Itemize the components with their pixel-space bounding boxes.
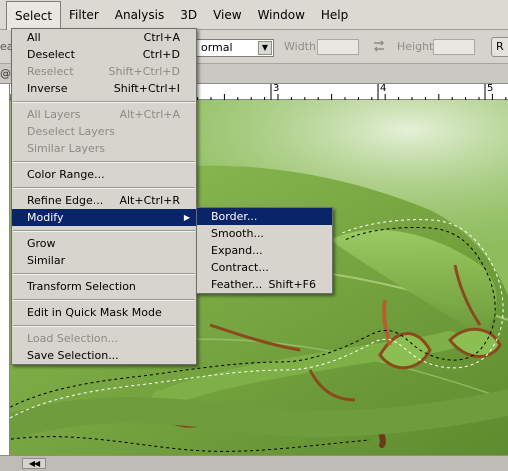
menu-item-label: Border... — [211, 210, 258, 223]
menu-item-deselect-layers: Deselect Layers — [12, 123, 196, 140]
menu-item-label: Similar — [27, 254, 66, 267]
menu-view[interactable]: View — [205, 1, 249, 29]
style-dropdown[interactable]: ormal ▼ — [192, 39, 274, 57]
menu-item-shortcut: Alt+Ctrl+A — [119, 108, 180, 121]
menu-separator — [12, 269, 196, 278]
menu-item-shortcut: Ctrl+D — [142, 48, 180, 61]
document-tab-label[interactable]: @ — [0, 67, 11, 80]
menu-item-shortcut: Shift+Ctrl+D — [108, 65, 180, 78]
height-label: Height: — [397, 40, 438, 53]
menu-analysis[interactable]: Analysis — [107, 1, 172, 29]
ruler-label-4: 4 — [380, 83, 387, 94]
height-field[interactable] — [433, 39, 475, 55]
ruler-label-5: 5 — [487, 83, 494, 94]
style-dropdown-value: ormal — [201, 41, 233, 54]
menu-item-modify[interactable]: Modify ▶ — [12, 209, 196, 226]
menu-item-shortcut: Ctrl+A — [143, 31, 180, 44]
menu-item-shortcut: Shift+F6 — [268, 278, 316, 291]
menu-item-label: Save Selection... — [27, 349, 119, 362]
menu-item-label: Contract... — [211, 261, 269, 274]
width-label: Width: — [284, 40, 320, 53]
menu-item-all-layers: All Layers Alt+Ctrl+A — [12, 106, 196, 123]
menu-item-quick-mask[interactable]: Edit in Quick Mask Mode — [12, 304, 196, 321]
submenu-arrow-icon: ▶ — [183, 213, 190, 222]
menu-separator — [12, 183, 196, 192]
menu-item-label: Deselect — [27, 48, 75, 61]
menu-item-color-range[interactable]: Color Range... — [12, 166, 196, 183]
menu-separator — [12, 97, 196, 106]
menu-item-label: All — [27, 31, 41, 44]
menu-item-load-selection: Load Selection... — [12, 330, 196, 347]
modify-submenu: Border... Smooth... Expand... Contract..… — [196, 207, 333, 294]
submenu-item-border[interactable]: Border... — [197, 208, 332, 225]
menu-item-label: Transform Selection — [27, 280, 136, 293]
menu-item-shortcut: Shift+Ctrl+I — [113, 82, 180, 95]
submenu-item-smooth[interactable]: Smooth... — [197, 225, 332, 242]
status-bar: ◀◀ — [0, 455, 508, 471]
menu-separator — [12, 295, 196, 304]
menu-item-label: Similar Layers — [27, 142, 106, 155]
menu-item-label: Grow — [27, 237, 56, 250]
refine-edge-button[interactable]: R — [491, 37, 508, 57]
menu-bar: Select Filter Analysis 3D View Window He… — [0, 0, 508, 31]
menu-item-inverse[interactable]: Inverse Shift+Ctrl+I — [12, 80, 196, 97]
submenu-item-expand[interactable]: Expand... — [197, 242, 332, 259]
width-field[interactable] — [317, 39, 359, 55]
menu-item-similar-layers: Similar Layers — [12, 140, 196, 157]
swap-icon[interactable] — [372, 39, 386, 53]
select-menu: All Ctrl+A Deselect Ctrl+D Reselect Shift+C… — [11, 28, 197, 365]
menu-3d[interactable]: 3D — [172, 1, 205, 29]
submenu-item-contract[interactable]: Contract... — [197, 259, 332, 276]
menu-item-label: Smooth... — [211, 227, 264, 240]
menu-item-label: All Layers — [27, 108, 81, 121]
vertical-ruler — [0, 84, 10, 471]
menu-item-refine-edge[interactable]: Refine Edge... Alt+Ctrl+R — [12, 192, 196, 209]
menu-item-shortcut: Alt+Ctrl+R — [119, 194, 180, 207]
chevron-down-icon: ▼ — [258, 41, 272, 55]
menu-item-all[interactable]: All Ctrl+A — [12, 29, 196, 46]
menu-select[interactable]: Select — [6, 0, 62, 31]
submenu-item-feather[interactable]: Feather... Shift+F6 — [197, 276, 332, 293]
menu-item-label: Modify — [27, 211, 64, 224]
menu-item-label: Inverse — [27, 82, 68, 95]
menu-item-label: Deselect Layers — [27, 125, 115, 138]
menu-item-label: Load Selection... — [27, 332, 119, 345]
menu-item-deselect[interactable]: Deselect Ctrl+D — [12, 46, 196, 63]
menu-item-label: Expand... — [211, 244, 263, 257]
menu-separator — [12, 226, 196, 235]
menu-separator — [12, 157, 196, 166]
menu-item-label: Refine Edge... — [27, 194, 104, 207]
status-nav-icon[interactable]: ◀◀ — [22, 458, 46, 469]
menu-window[interactable]: Window — [250, 1, 313, 29]
ruler-label-3: 3 — [273, 83, 280, 94]
menu-item-reselect: Reselect Shift+Ctrl+D — [12, 63, 196, 80]
menu-item-label: Reselect — [27, 65, 74, 78]
menu-item-label: Edit in Quick Mask Mode — [27, 306, 162, 319]
menu-separator — [12, 321, 196, 330]
menu-help[interactable]: Help — [313, 1, 356, 29]
menu-item-similar[interactable]: Similar — [12, 252, 196, 269]
menu-filter[interactable]: Filter — [61, 1, 107, 29]
menu-item-transform-selection[interactable]: Transform Selection — [12, 278, 196, 295]
menu-item-label: Color Range... — [27, 168, 105, 181]
menu-item-label: Feather... — [211, 278, 263, 291]
menu-item-save-selection[interactable]: Save Selection... — [12, 347, 196, 364]
menu-item-grow[interactable]: Grow — [12, 235, 196, 252]
